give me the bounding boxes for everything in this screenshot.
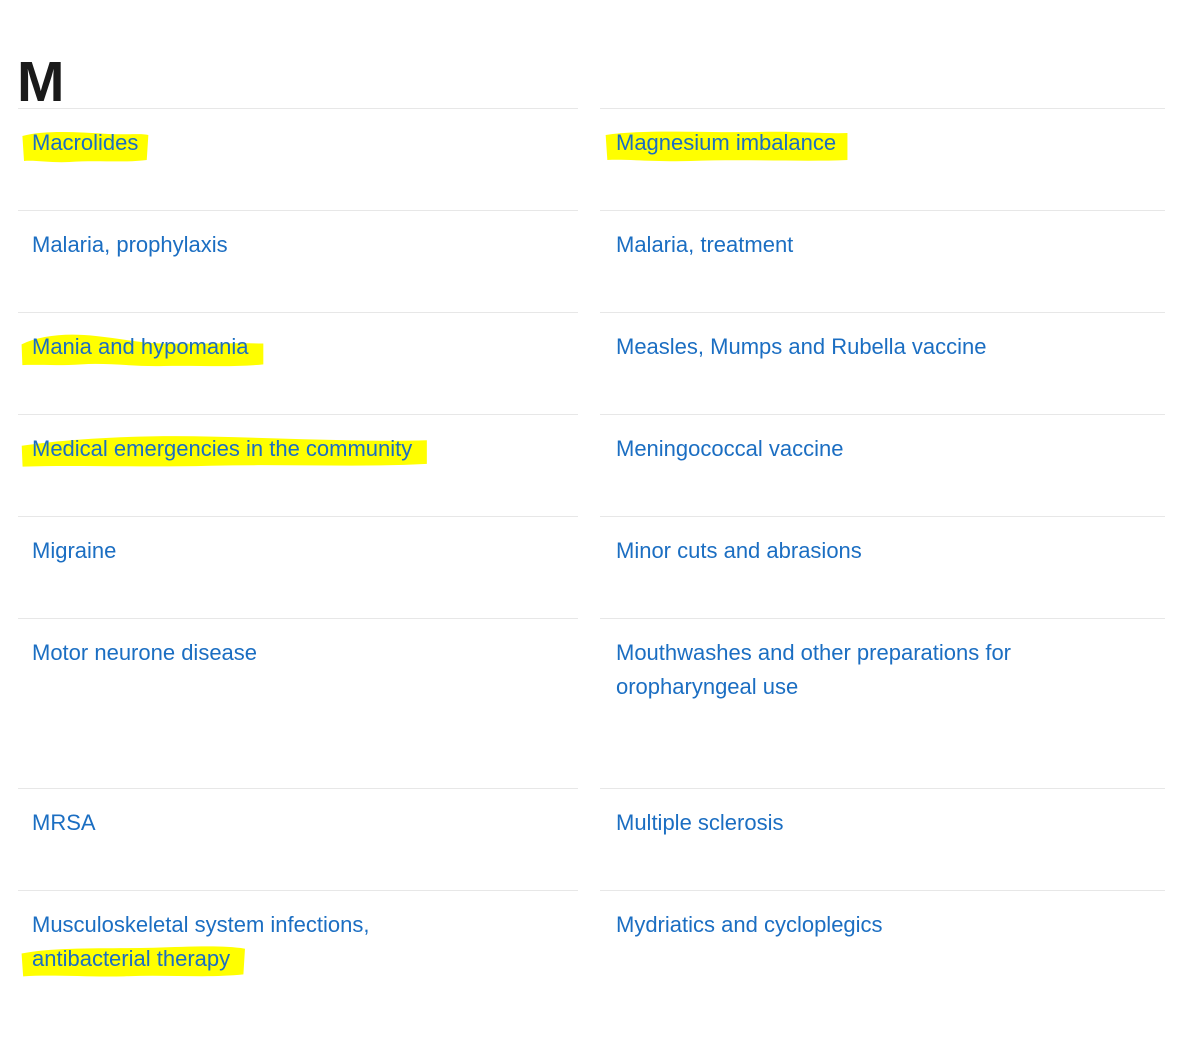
- index-row: Medical emergencies in the community Men…: [0, 414, 1200, 516]
- index-cell-right: Minor cuts and abrasions: [600, 516, 1165, 618]
- index-link-minor-cuts-and-abrasions[interactable]: Minor cuts and abrasions: [616, 534, 862, 568]
- index-link-motor-neurone-disease[interactable]: Motor neurone disease: [32, 636, 257, 670]
- index-link-medical-emergencies-in-the-community[interactable]: Medical emergencies in the community: [21, 432, 427, 467]
- index-link-musculoskeletal-system-infections[interactable]: Musculoskeletal system infections, antib…: [21, 908, 370, 977]
- index-cell-right: Malaria, treatment: [600, 210, 1165, 312]
- index-row: MRSA Multiple sclerosis: [0, 788, 1200, 890]
- index-link-malaria-treatment[interactable]: Malaria, treatment: [616, 228, 793, 262]
- index-cell-left: Malaria, prophylaxis: [18, 210, 578, 312]
- index-link-label: Macrolides: [32, 130, 139, 155]
- index-cell-right: Multiple sclerosis: [600, 788, 1165, 890]
- index-link-label: Measles, Mumps and Rubella vaccine: [616, 334, 987, 359]
- index-row: Macrolides Magnesium imbalance: [0, 108, 1200, 210]
- index-link-multiple-sclerosis[interactable]: Multiple sclerosis: [616, 806, 784, 840]
- index-link-magnesium-imbalance[interactable]: Magnesium imbalance: [605, 126, 848, 162]
- index-link-label: Multiple sclerosis: [616, 810, 784, 835]
- index-link-malaria-prophylaxis[interactable]: Malaria, prophylaxis: [32, 228, 228, 262]
- index-cell-left: Musculoskeletal system infections, antib…: [18, 890, 578, 1060]
- index-link-label: MRSA: [32, 810, 96, 835]
- index-cell-left: MRSA: [18, 788, 578, 890]
- index-link-label: Malaria, prophylaxis: [32, 232, 228, 257]
- index-link-label: Mydriatics and cycloplegics: [616, 912, 883, 937]
- index-row: Mania and hypomania Measles, Mumps and R…: [0, 312, 1200, 414]
- index-cell-right: Meningococcal vaccine: [600, 414, 1165, 516]
- index-cell-right: Magnesium imbalance: [600, 108, 1165, 210]
- index-cell-left: Medical emergencies in the community: [18, 414, 578, 516]
- index-link-label: Magnesium imbalance: [616, 130, 837, 155]
- index-link-label-line2: antibacterial therapy: [32, 946, 231, 971]
- index-link-mouthwashes-oropharyngeal[interactable]: Mouthwashes and other preparations for o…: [616, 636, 1106, 704]
- index-link-label: Meningococcal vaccine: [616, 436, 844, 461]
- index-link-label: Mania and hypomania: [32, 334, 249, 359]
- index-row: Motor neurone disease Mouthwashes and ot…: [0, 618, 1200, 788]
- index-cell-left: Motor neurone disease: [18, 618, 578, 788]
- index-page: M Macrolides Magnesium imbalance Malaria…: [0, 0, 1200, 977]
- index-row: Migraine Minor cuts and abrasions: [0, 516, 1200, 618]
- index-cell-right: Mydriatics and cycloplegics: [600, 890, 1165, 1060]
- index-cell-left: Mania and hypomania: [18, 312, 578, 414]
- index-link-label: Malaria, treatment: [616, 232, 794, 257]
- index-cell-left: Macrolides: [18, 108, 578, 210]
- index-link-mania-and-hypomania[interactable]: Mania and hypomania: [21, 330, 264, 367]
- index-link-mmr-vaccine[interactable]: Measles, Mumps and Rubella vaccine: [616, 330, 987, 364]
- index-cell-right: Measles, Mumps and Rubella vaccine: [600, 312, 1165, 414]
- index-link-label-line1: Musculoskeletal system infections,: [32, 912, 370, 937]
- index-link-migraine[interactable]: Migraine: [32, 534, 116, 568]
- index-row: Malaria, prophylaxis Malaria, treatment: [0, 210, 1200, 312]
- index-cell-right: Mouthwashes and other preparations for o…: [600, 618, 1165, 788]
- index-link-mydriatics-and-cycloplegics[interactable]: Mydriatics and cycloplegics: [616, 908, 883, 942]
- index-grid: Macrolides Magnesium imbalance Malaria, …: [0, 108, 1200, 1060]
- index-link-mrsa[interactable]: MRSA: [32, 806, 96, 840]
- index-link-label: Minor cuts and abrasions: [616, 538, 862, 563]
- index-link-label: Medical emergencies in the community: [32, 436, 413, 461]
- index-link-meningococcal-vaccine[interactable]: Meningococcal vaccine: [616, 432, 843, 466]
- index-link-label: Mouthwashes and other preparations for o…: [616, 640, 1012, 699]
- index-link-label: Motor neurone disease: [32, 640, 258, 665]
- index-cell-left: Migraine: [18, 516, 578, 618]
- index-row: Musculoskeletal system infections, antib…: [0, 890, 1200, 1060]
- index-link-label: Migraine: [32, 538, 117, 563]
- index-link-macrolides[interactable]: Macrolides: [22, 126, 149, 163]
